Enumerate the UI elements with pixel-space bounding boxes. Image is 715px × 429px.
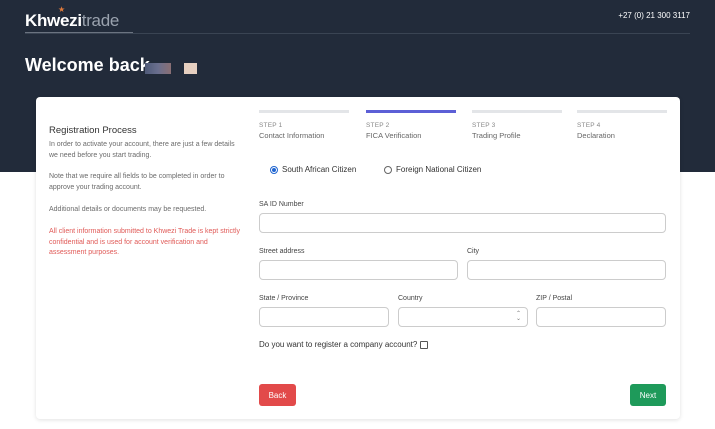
radio-sa-citizen-label: South African Citizen [282,165,357,174]
radio-foreign-citizen[interactable]: Foreign National Citizen [384,165,481,174]
sidebar-requirement: Note that we require all fields to be co… [49,173,225,191]
step-3-number: STEP 3 [472,122,496,129]
state-label: State / Province [259,295,309,302]
step-4-bar [577,110,667,113]
city-label: City [467,248,480,255]
step-2-number: STEP 2 [366,122,390,129]
step-1[interactable]: STEP 1 Contact Information [259,110,349,140]
sa-id-input[interactable] [259,213,666,233]
company-account-row: Do you want to register a company accoun… [259,340,429,349]
zip-input[interactable] [536,307,666,327]
step-1-name: Contact Information [259,131,325,140]
radio-sa-citizen-control[interactable] [270,165,278,174]
state-input[interactable] [259,307,389,327]
company-account-checkbox[interactable] [420,340,429,349]
city-input[interactable] [467,260,666,280]
logo-main: Khwezi [25,11,82,30]
phone-number[interactable]: +27 (0) 21 300 3117 [618,11,690,20]
registration-card: Registration Process In order to activat… [36,97,680,419]
radio-foreign-citizen-control[interactable] [384,165,392,174]
redacted-name [145,63,171,74]
sidebar-additional: Additional details or documents may be r… [49,206,207,213]
step-3-name: Trading Profile [472,131,521,140]
step-1-bar [259,110,349,113]
next-button[interactable]: Next [630,384,666,406]
sidebar-confidential-notice: All client information submitted to Khwe… [49,228,241,256]
step-2-bar [366,110,456,113]
country-select[interactable]: ⌃ ⌄ [398,307,528,327]
step-1-number: STEP 1 [259,122,283,129]
step-4-number: STEP 4 [577,122,601,129]
country-label: Country [398,295,423,302]
sidebar-title: Registration Process [49,125,137,136]
sidebar-intro: In order to activate your account, there… [49,141,235,159]
company-account-question: Do you want to register a company accoun… [259,340,418,349]
step-2[interactable]: STEP 2 FICA Verification [366,110,456,140]
step-4[interactable]: STEP 4 Declaration [577,110,667,140]
welcome-heading: Welcome back, [25,55,155,75]
sa-id-label: SA ID Number [259,201,304,208]
step-3-bar [472,110,562,113]
logo-sub: trade [81,11,120,30]
street-address-label: Street address [259,248,305,255]
select-updown-icon: ⌃ ⌄ [515,311,521,322]
radio-foreign-citizen-label: Foreign National Citizen [396,165,482,174]
step-3[interactable]: STEP 3 Trading Profile [472,110,562,140]
header-divider [25,33,690,34]
redacted-surname [184,63,197,74]
back-button[interactable]: Back [259,384,296,406]
radio-sa-citizen[interactable]: South African Citizen [270,165,356,174]
step-2-name: FICA Verification [366,131,422,140]
street-address-input[interactable] [259,260,458,280]
step-4-name: Declaration [577,131,615,140]
logo-text: Khwezitrade [25,11,119,31]
zip-label: ZIP / Postal [536,295,573,302]
